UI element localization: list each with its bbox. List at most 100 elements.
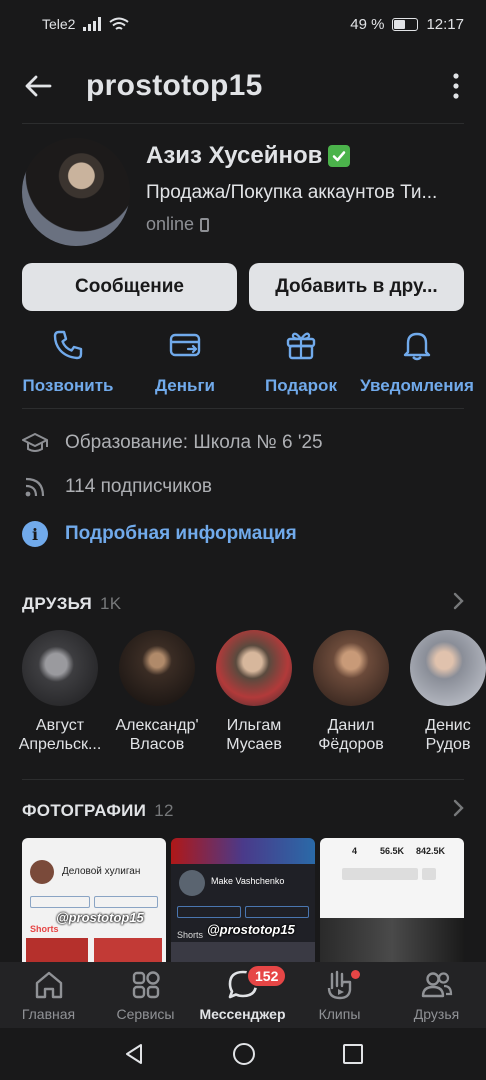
back-button[interactable] bbox=[0, 58, 76, 114]
header-divider bbox=[22, 123, 464, 124]
photo-ui-element bbox=[320, 918, 464, 966]
friend-item[interactable]: Данил Фёдоров bbox=[303, 630, 399, 754]
online-status: online bbox=[146, 214, 210, 235]
wifi-icon bbox=[109, 17, 130, 30]
mobile-device-icon bbox=[200, 217, 210, 232]
profile-status[interactable]: Продажа/Покупка аккаунтов Ти... bbox=[146, 182, 466, 204]
money-icon bbox=[169, 333, 201, 357]
photo-ui-element bbox=[422, 868, 436, 880]
friend-item[interactable]: Ильгам Мусаев bbox=[206, 630, 302, 754]
friend-item[interactable]: Август Апрельск... bbox=[12, 630, 108, 754]
clock: 12:17 bbox=[426, 15, 464, 33]
photo-channel-name: Деловой хулиган bbox=[62, 866, 141, 877]
notifications-action[interactable]: Уведомления bbox=[357, 328, 477, 396]
friend-avatar bbox=[216, 630, 292, 706]
bottom-tab-bar: Главная Сервисы 152 Мессенджер Клипы Дру… bbox=[0, 962, 486, 1028]
details-text: Подробная информация bbox=[65, 523, 297, 544]
gift-label: Подарок bbox=[265, 376, 337, 395]
battery-percent: 49 % bbox=[350, 15, 385, 33]
photo-thumbnail[interactable]: Деловой хулиган Shorts @prostotop15 bbox=[22, 838, 166, 966]
tab-home[interactable]: Главная bbox=[0, 968, 97, 1022]
call-action[interactable]: Позвонить bbox=[8, 328, 128, 396]
friend-last-name: Фёдоров bbox=[318, 736, 384, 753]
gift-action[interactable]: Подарок bbox=[241, 328, 361, 396]
services-icon bbox=[132, 971, 160, 999]
top-app-bar: prostotop15 bbox=[0, 58, 486, 114]
friend-first-name: Ильгам bbox=[226, 717, 282, 734]
online-label: online bbox=[146, 214, 195, 234]
friend-item[interactable]: Денис Рудов bbox=[400, 630, 486, 754]
tab-services[interactable]: Сервисы bbox=[97, 968, 194, 1022]
money-label: Деньги bbox=[154, 376, 216, 395]
message-button[interactable]: Сообщение bbox=[22, 263, 237, 311]
tab-home-label: Главная bbox=[21, 1006, 76, 1022]
friend-avatar bbox=[22, 630, 98, 706]
clips-notification-dot bbox=[351, 970, 360, 979]
friend-last-name: Апрельск... bbox=[18, 736, 102, 753]
friends-icon bbox=[421, 972, 452, 998]
system-nav-bar bbox=[0, 1028, 486, 1080]
avatar[interactable] bbox=[22, 138, 130, 246]
photo-stat: 842.5K bbox=[416, 846, 446, 856]
subscribers-text: 114 подписчиков bbox=[65, 476, 212, 497]
tab-services-label: Сервисы bbox=[116, 1006, 175, 1022]
friend-last-name: Власов bbox=[129, 736, 185, 753]
tab-messenger[interactable]: 152 Мессенджер bbox=[194, 964, 291, 1022]
details-link[interactable]: i Подробная информация bbox=[22, 521, 297, 547]
photo-stat: 56.5K bbox=[380, 846, 405, 856]
info-icon: i bbox=[22, 521, 48, 547]
friend-item[interactable]: Александр' Власов bbox=[109, 630, 205, 754]
friends-header[interactable]: ДРУЗЬЯ 1K bbox=[22, 592, 464, 615]
nav-back-icon[interactable] bbox=[122, 1042, 146, 1066]
photo-shorts-label: Shorts bbox=[177, 930, 204, 940]
messenger-badge: 152 bbox=[246, 964, 288, 988]
nav-recents-icon[interactable] bbox=[342, 1043, 364, 1065]
profile-name-row: Азиз Хусейнов bbox=[146, 142, 351, 170]
chevron-right-icon bbox=[452, 799, 464, 822]
nav-home-icon[interactable] bbox=[231, 1041, 257, 1067]
arrow-left-icon bbox=[25, 75, 52, 97]
friend-last-name: Мусаев bbox=[226, 736, 282, 753]
photos-header[interactable]: ФОТОГРАФИИ 12 bbox=[22, 799, 464, 822]
photo-channel-name: Make Vashchenko bbox=[211, 876, 285, 886]
notifications-label: Уведомления bbox=[360, 376, 474, 395]
page-title: prostotop15 bbox=[86, 69, 263, 102]
tab-clips[interactable]: Клипы bbox=[291, 968, 388, 1022]
call-label: Позвонить bbox=[22, 376, 114, 395]
photo-ui-element bbox=[177, 906, 241, 918]
money-action[interactable]: Деньги bbox=[125, 328, 245, 396]
profile-name: Азиз Хусейнов bbox=[146, 142, 323, 169]
friend-first-name: Август bbox=[35, 717, 85, 734]
actions-divider bbox=[22, 408, 464, 409]
friend-avatar bbox=[119, 630, 195, 706]
add-friend-button[interactable]: Добавить в дру... bbox=[249, 263, 464, 311]
photos-title: ФОТОГРАФИИ bbox=[22, 800, 147, 820]
photo-watermark: @prostotop15 bbox=[207, 922, 295, 937]
photos-count: 12 bbox=[154, 800, 174, 820]
tab-friends[interactable]: Друзья bbox=[388, 968, 485, 1022]
photo-shorts-label: Shorts bbox=[30, 924, 59, 934]
tab-friends-label: Друзья bbox=[413, 1006, 460, 1022]
friend-first-name: Денис bbox=[425, 717, 471, 734]
education-icon bbox=[22, 430, 48, 456]
friends-title: ДРУЗЬЯ bbox=[22, 593, 93, 613]
more-options-button[interactable] bbox=[426, 58, 486, 114]
tab-clips-label: Клипы bbox=[318, 1006, 361, 1022]
status-right: 49 % 12:17 bbox=[350, 16, 464, 33]
friends-divider bbox=[22, 779, 464, 780]
photo-ui-element bbox=[171, 838, 315, 864]
photos-strip: Деловой хулиган Shorts @prostotop15 Make… bbox=[22, 838, 464, 966]
photo-avatar bbox=[30, 860, 54, 884]
action-row: Позвонить Деньги Подарок Уведомления bbox=[0, 328, 486, 398]
photo-thumbnail[interactable]: Make Vashchenko Shorts @prostotop15 bbox=[171, 838, 315, 966]
photo-thumbnail[interactable]: 4 56.5K 842.5K bbox=[320, 838, 464, 966]
profile-block: Азиз Хусейнов Продажа/Покупка аккаунтов … bbox=[22, 138, 464, 246]
carrier-group: Tele2 bbox=[42, 16, 130, 32]
phone-icon bbox=[53, 330, 83, 360]
subscribers-row[interactable]: 114 подписчиков bbox=[22, 474, 212, 500]
gift-icon bbox=[286, 332, 316, 360]
status-bar: Tele2 49 % 12:17 bbox=[0, 0, 486, 48]
education-text: Образование: Школа № 6 '25 bbox=[65, 432, 323, 453]
more-vertical-icon bbox=[453, 73, 459, 99]
friend-first-name: Данил bbox=[327, 717, 375, 734]
